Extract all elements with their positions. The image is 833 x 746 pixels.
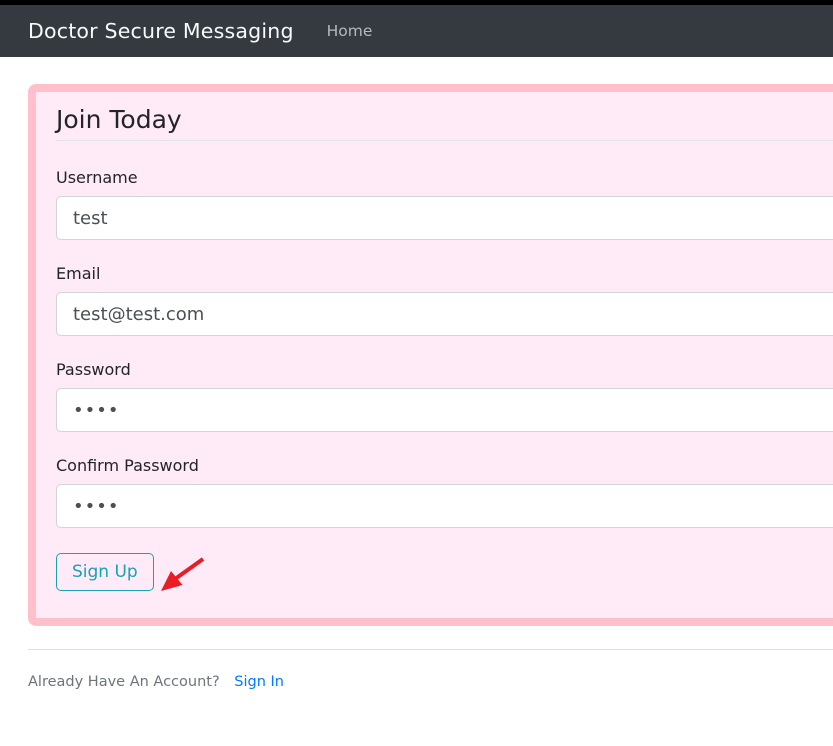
- password-input[interactable]: [56, 388, 833, 432]
- navbar: Doctor Secure Messaging Home: [0, 5, 833, 57]
- navbar-brand[interactable]: Doctor Secure Messaging: [28, 19, 294, 43]
- form-group-email: Email: [56, 264, 833, 336]
- red-arrow-annotation-icon: [158, 554, 206, 594]
- username-label: Username: [56, 168, 833, 187]
- nav-link-home[interactable]: Home: [327, 22, 373, 40]
- confirm-password-input[interactable]: [56, 484, 833, 528]
- password-label: Password: [56, 360, 833, 379]
- email-label: Email: [56, 264, 833, 283]
- sign-in-link[interactable]: Sign In: [234, 674, 284, 690]
- form-group-password: Password: [56, 360, 833, 432]
- form-group-username: Username: [56, 168, 833, 240]
- form-group-confirm-password: Confirm Password: [56, 456, 833, 528]
- footer: Already Have An Account? Sign In: [28, 674, 833, 690]
- main-container: Join Today Username Email Password Confi…: [28, 84, 833, 690]
- signup-card: Join Today Username Email Password Confi…: [28, 84, 833, 626]
- footer-divider: [28, 649, 833, 650]
- email-input[interactable]: [56, 292, 833, 336]
- confirm-password-label: Confirm Password: [56, 456, 833, 475]
- footer-prompt: Already Have An Account?: [28, 674, 220, 690]
- card-title: Join Today: [56, 105, 833, 141]
- signup-form: Username Email Password Confirm Password…: [56, 168, 833, 592]
- username-input[interactable]: [56, 196, 833, 240]
- submit-row: Sign Up: [56, 552, 833, 592]
- sign-up-button[interactable]: Sign Up: [56, 553, 154, 591]
